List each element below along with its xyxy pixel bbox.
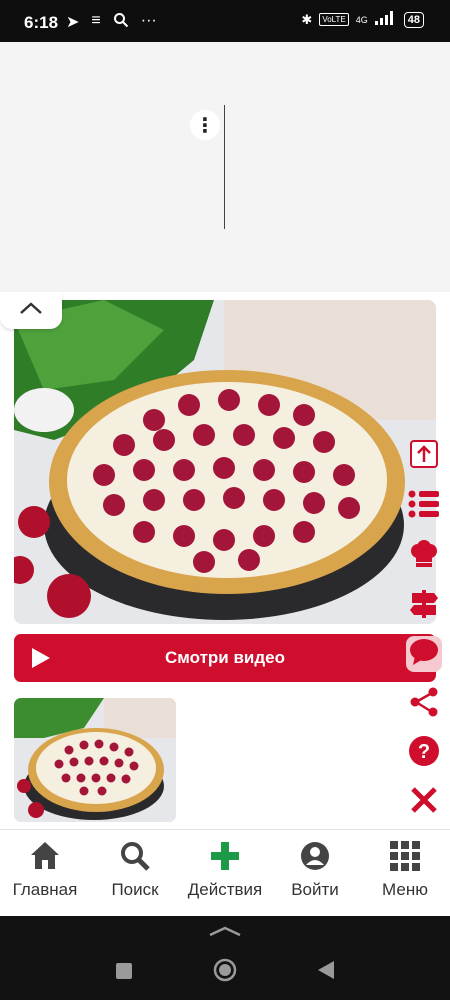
watch-video-label: Смотри видео xyxy=(164,648,285,667)
cook-mode-button[interactable] xyxy=(406,538,442,574)
close-icon xyxy=(409,785,439,820)
recents-button[interactable] xyxy=(115,962,133,985)
ad-divider xyxy=(224,105,225,229)
help-button[interactable]: ? xyxy=(406,735,442,771)
collapse-ad-button[interactable] xyxy=(0,292,62,329)
search-icon xyxy=(113,12,129,33)
nav-search[interactable]: Поиск xyxy=(90,830,180,917)
share-button[interactable] xyxy=(406,686,442,722)
ingredients-list-button[interactable] xyxy=(406,488,442,524)
ad-banner: ⋮ xyxy=(0,42,450,292)
more-icon: ··· xyxy=(140,12,157,29)
svg-text:?: ? xyxy=(418,741,430,763)
back-button[interactable] xyxy=(317,960,335,985)
nav-actions[interactable]: Действия xyxy=(180,830,270,917)
share-icon xyxy=(409,687,439,722)
telegram-icon: ➤ xyxy=(66,14,80,31)
recipe-thumbnail[interactable] xyxy=(14,698,176,822)
chevron-up-icon[interactable] xyxy=(208,924,242,942)
scroll-top-button[interactable] xyxy=(406,438,442,474)
grid-icon xyxy=(390,840,420,872)
home-icon xyxy=(30,840,60,872)
search-icon xyxy=(120,840,150,872)
notes-icon: ≡ xyxy=(91,12,101,29)
user-icon xyxy=(300,840,330,872)
plus-icon xyxy=(210,840,240,872)
nav-login[interactable]: Войти xyxy=(270,830,360,917)
status-bar: 6:18 ➤ ≡ ··· ✱ VoLTE 4G 48 xyxy=(0,0,450,42)
recipe-main-image[interactable] xyxy=(14,300,436,624)
watch-video-button[interactable]: Смотри видео xyxy=(14,634,436,682)
comment-icon xyxy=(409,638,439,671)
comments-button[interactable] xyxy=(406,636,442,672)
bottom-navigation: Главная Поиск Действия Войти Меню xyxy=(0,829,450,917)
nav-menu-label: Меню xyxy=(382,880,428,899)
chef-hat-icon xyxy=(409,539,439,574)
help-icon: ? xyxy=(408,735,440,772)
signpost-icon xyxy=(409,588,439,625)
nav-menu[interactable]: Меню xyxy=(360,830,450,917)
close-toolbar-button[interactable] xyxy=(406,784,442,820)
steps-button[interactable] xyxy=(406,588,442,624)
list-icon xyxy=(408,489,440,524)
nav-home[interactable]: Главная xyxy=(0,830,90,917)
bluetooth-icon: ✱ xyxy=(301,11,313,27)
battery-indicator: 48 xyxy=(403,11,424,28)
system-navigation-bar xyxy=(0,916,450,1000)
play-icon xyxy=(30,646,52,675)
home-button[interactable] xyxy=(213,958,237,987)
share-upload-icon xyxy=(409,439,439,474)
signal-icon xyxy=(374,11,397,28)
chevron-up-icon xyxy=(19,301,43,320)
volte-badge: VoLTE xyxy=(319,13,349,26)
status-time: 6:18 xyxy=(24,13,59,32)
ad-options-icon[interactable]: ⋮ xyxy=(190,110,220,140)
network-label: 4G xyxy=(355,14,368,25)
